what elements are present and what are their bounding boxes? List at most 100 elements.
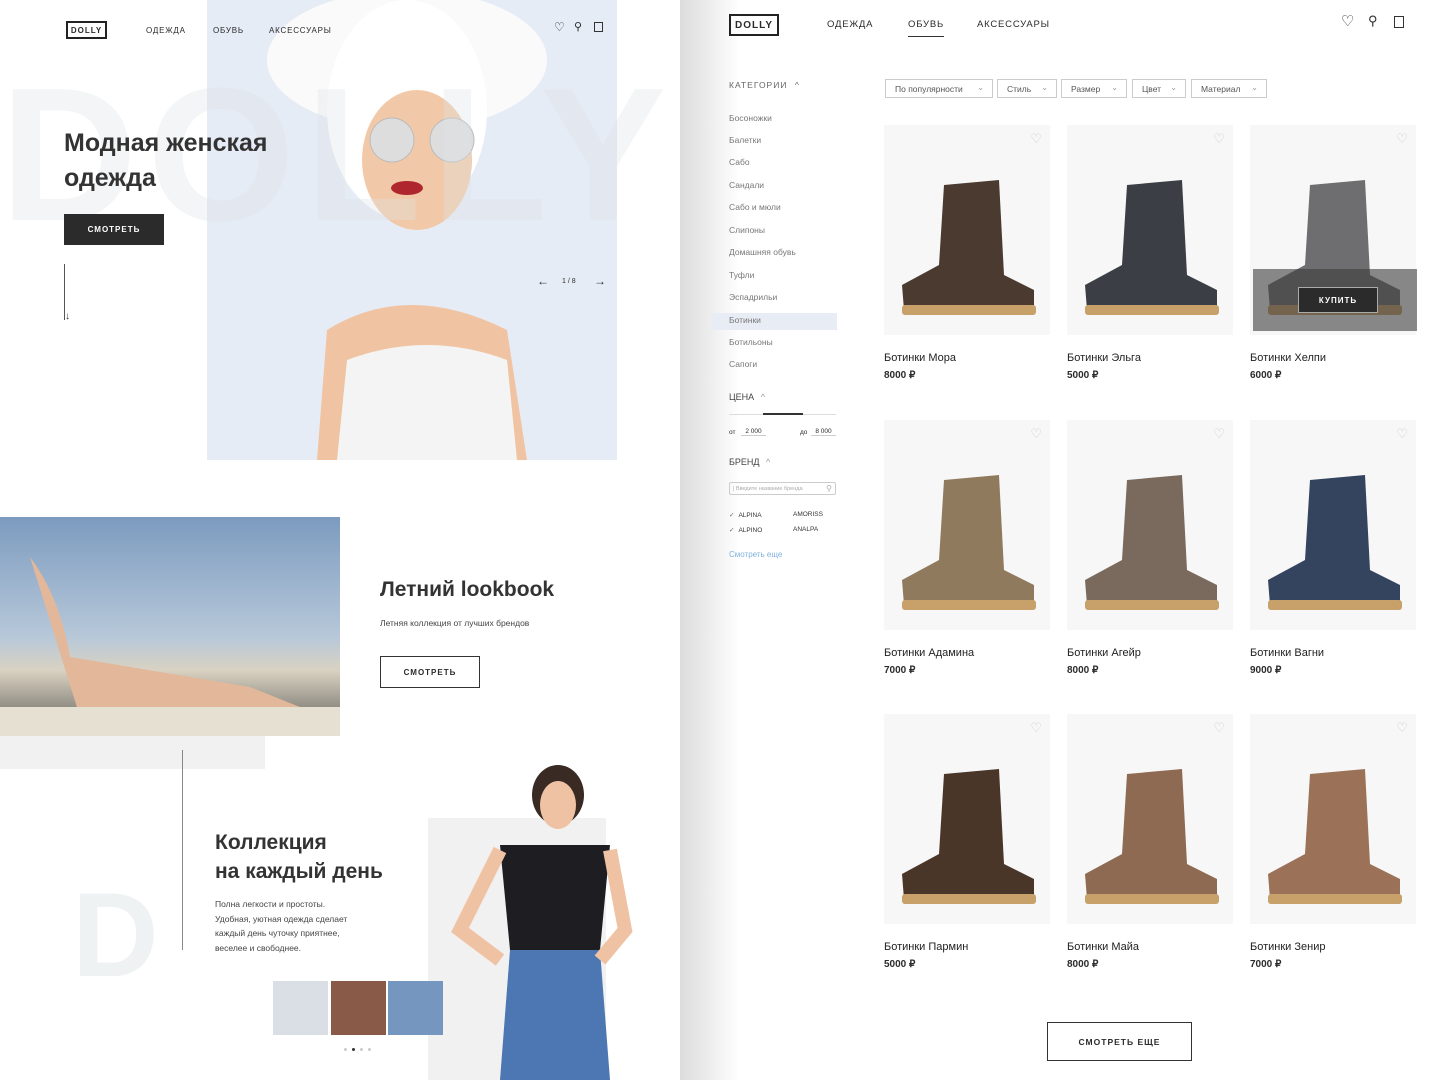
filter-dropdown[interactable]: Размер ⌄ — [1061, 79, 1127, 98]
price-label: ЦЕНА — [729, 392, 755, 402]
brand-search-input[interactable]: | Введите название бренда ⚲ — [729, 482, 836, 495]
carousel-dot[interactable] — [344, 1048, 347, 1051]
nav-accessories[interactable]: АКСЕССУАРЫ — [269, 26, 332, 35]
nav-clothes[interactable]: ОДЕЖДА — [146, 26, 186, 35]
filter-dropdown[interactable]: Цвет ⌄ — [1132, 79, 1186, 98]
landing-page: DOLLY DOLLY ОДЕЖДА ОБУВЬ АКСЕССУАРЫ ♡ ⚲ … — [0, 0, 680, 1080]
hero-view-button[interactable]: СМОТРЕТЬ — [64, 214, 164, 245]
product-card[interactable]: ♡ КУПИТЬ — [1250, 125, 1417, 335]
boot-image — [1268, 475, 1402, 610]
product-card[interactable]: ♡ — [1250, 420, 1416, 630]
product-card[interactable]: ♡ — [1067, 714, 1233, 924]
category-item[interactable]: Домашняя обувь — [729, 247, 796, 257]
product-price: 8000 ₽ — [1067, 959, 1099, 970]
category-item[interactable]: Босоножки — [729, 113, 772, 123]
filter-dropdown[interactable]: По популярности ⌄ — [885, 79, 993, 98]
heart-icon[interactable]: ♡ — [1213, 426, 1225, 442]
category-item[interactable]: Туфли — [729, 270, 754, 280]
product-name[interactable]: Ботинки Пармин — [884, 941, 968, 953]
prev-arrow-icon[interactable]: ← — [537, 274, 549, 288]
heart-icon[interactable]: ♡ — [1030, 720, 1042, 736]
load-more-button[interactable]: СМОТРЕТЬ ЕЩЕ — [1047, 1022, 1192, 1061]
filter-label: По популярности — [895, 83, 963, 94]
heart-icon[interactable]: ♡ — [1396, 720, 1408, 736]
heart-icon[interactable]: ♡ — [1213, 131, 1225, 147]
product-name[interactable]: Ботинки Агейр — [1067, 647, 1141, 659]
carousel-dot[interactable] — [368, 1048, 371, 1051]
brand-checkbox[interactable]: ✓ ALPINA — [729, 511, 762, 519]
product-name[interactable]: Ботинки Мора — [884, 352, 956, 364]
bag-icon[interactable] — [1394, 16, 1404, 28]
heart-icon[interactable]: ♡ — [1213, 720, 1225, 736]
category-item[interactable]: Ботильоны — [729, 337, 773, 347]
product-card[interactable]: ♡ — [884, 420, 1050, 630]
lookbook-title: Летний lookbook — [380, 578, 555, 601]
category-item[interactable]: Сапоги — [729, 359, 757, 369]
price-from-input[interactable]: 2 000 — [741, 428, 766, 436]
categories-label: КАТЕГОРИИ — [729, 80, 788, 90]
brand-heading[interactable]: БРЕНД ^ — [729, 457, 770, 467]
categories-heading[interactable]: КАТЕГОРИИ ^ — [729, 80, 800, 90]
heart-icon[interactable]: ♡ — [1396, 426, 1408, 442]
product-price: 6000 ₽ — [1250, 370, 1282, 381]
nav-shoes[interactable]: ОБУВЬ — [213, 26, 244, 35]
heart-icon[interactable]: ♡ — [1396, 131, 1408, 147]
logo[interactable]: DOLLY — [729, 14, 779, 36]
logo[interactable]: DOLLY — [66, 21, 107, 39]
category-item[interactable]: Эспадрильи — [729, 292, 777, 302]
carousel-dot[interactable] — [352, 1048, 355, 1051]
category-item[interactable]: Сандали — [729, 180, 764, 190]
heart-icon[interactable]: ♡ — [554, 20, 565, 34]
slide-counter: 1 / 8 — [562, 278, 576, 285]
brand-checkbox[interactable]: ANALPA — [793, 526, 818, 533]
heart-icon[interactable]: ♡ — [1341, 12, 1354, 30]
thumbnail-1[interactable] — [273, 981, 328, 1035]
product-card[interactable]: ♡ — [1067, 420, 1233, 630]
search-icon: ⚲ — [826, 484, 832, 493]
heart-icon[interactable]: ♡ — [1030, 426, 1042, 442]
category-item[interactable]: Ботинки — [729, 315, 761, 325]
product-name[interactable]: Ботинки Эльга — [1067, 352, 1141, 364]
carousel-dot[interactable] — [360, 1048, 363, 1051]
nav-accessories[interactable]: АКСЕССУАРЫ — [977, 19, 1050, 30]
product-name[interactable]: Ботинки Зенир — [1250, 941, 1325, 953]
filter-dropdown[interactable]: Стиль ⌄ — [997, 79, 1057, 98]
user-icon[interactable]: ⚲ — [574, 20, 582, 33]
price-to-input[interactable]: 8 000 — [811, 428, 836, 436]
buy-button[interactable]: КУПИТЬ — [1298, 287, 1378, 313]
product-card[interactable]: ♡ — [1067, 125, 1233, 335]
price-heading[interactable]: ЦЕНА ^ — [729, 392, 765, 402]
nav-clothes[interactable]: ОДЕЖДА — [827, 19, 873, 30]
filter-label: Стиль — [1007, 83, 1032, 94]
price-slider-range[interactable] — [763, 413, 803, 415]
product-card[interactable]: ♡ — [884, 125, 1050, 335]
thumbnail-3[interactable] — [388, 981, 443, 1035]
heart-icon[interactable]: ♡ — [1030, 131, 1042, 147]
product-price: 7000 ₽ — [1250, 959, 1282, 970]
brand-checkbox[interactable]: ✓ ALPINO — [729, 526, 762, 534]
user-icon[interactable]: ⚲ — [1368, 13, 1378, 29]
filter-dropdown[interactable]: Материал ⌄ — [1191, 79, 1267, 98]
category-item[interactable]: Балетки — [729, 135, 761, 145]
product-card[interactable]: ♡ — [884, 714, 1050, 924]
category-item[interactable]: Сабо — [729, 157, 750, 167]
boot-image — [1085, 180, 1219, 315]
brand-checkbox[interactable]: AMORISS — [793, 511, 823, 518]
bag-icon[interactable] — [594, 22, 603, 32]
show-more-brands-link[interactable]: Смотреть еще — [729, 550, 782, 559]
product-name[interactable]: Ботинки Майа — [1067, 941, 1139, 953]
category-item[interactable]: Слипоны — [729, 225, 765, 235]
boot-image — [902, 769, 1036, 904]
lookbook-view-button[interactable]: СМОТРЕТЬ — [380, 656, 480, 688]
product-price: 8000 ₽ — [1067, 665, 1099, 676]
brand-name: ALPINA — [738, 512, 762, 519]
category-item[interactable]: Сабо и мюли — [729, 202, 781, 212]
product-name[interactable]: Ботинки Вагни — [1250, 647, 1324, 659]
arrow-down-icon: ↓ — [65, 311, 70, 322]
product-name[interactable]: Ботинки Хелпи — [1250, 352, 1326, 364]
thumbnail-2[interactable] — [331, 981, 386, 1035]
next-arrow-icon[interactable]: → — [594, 274, 606, 288]
nav-shoes[interactable]: ОБУВЬ — [908, 19, 945, 37]
product-name[interactable]: Ботинки Адамина — [884, 647, 974, 659]
product-card[interactable]: ♡ — [1250, 714, 1416, 924]
